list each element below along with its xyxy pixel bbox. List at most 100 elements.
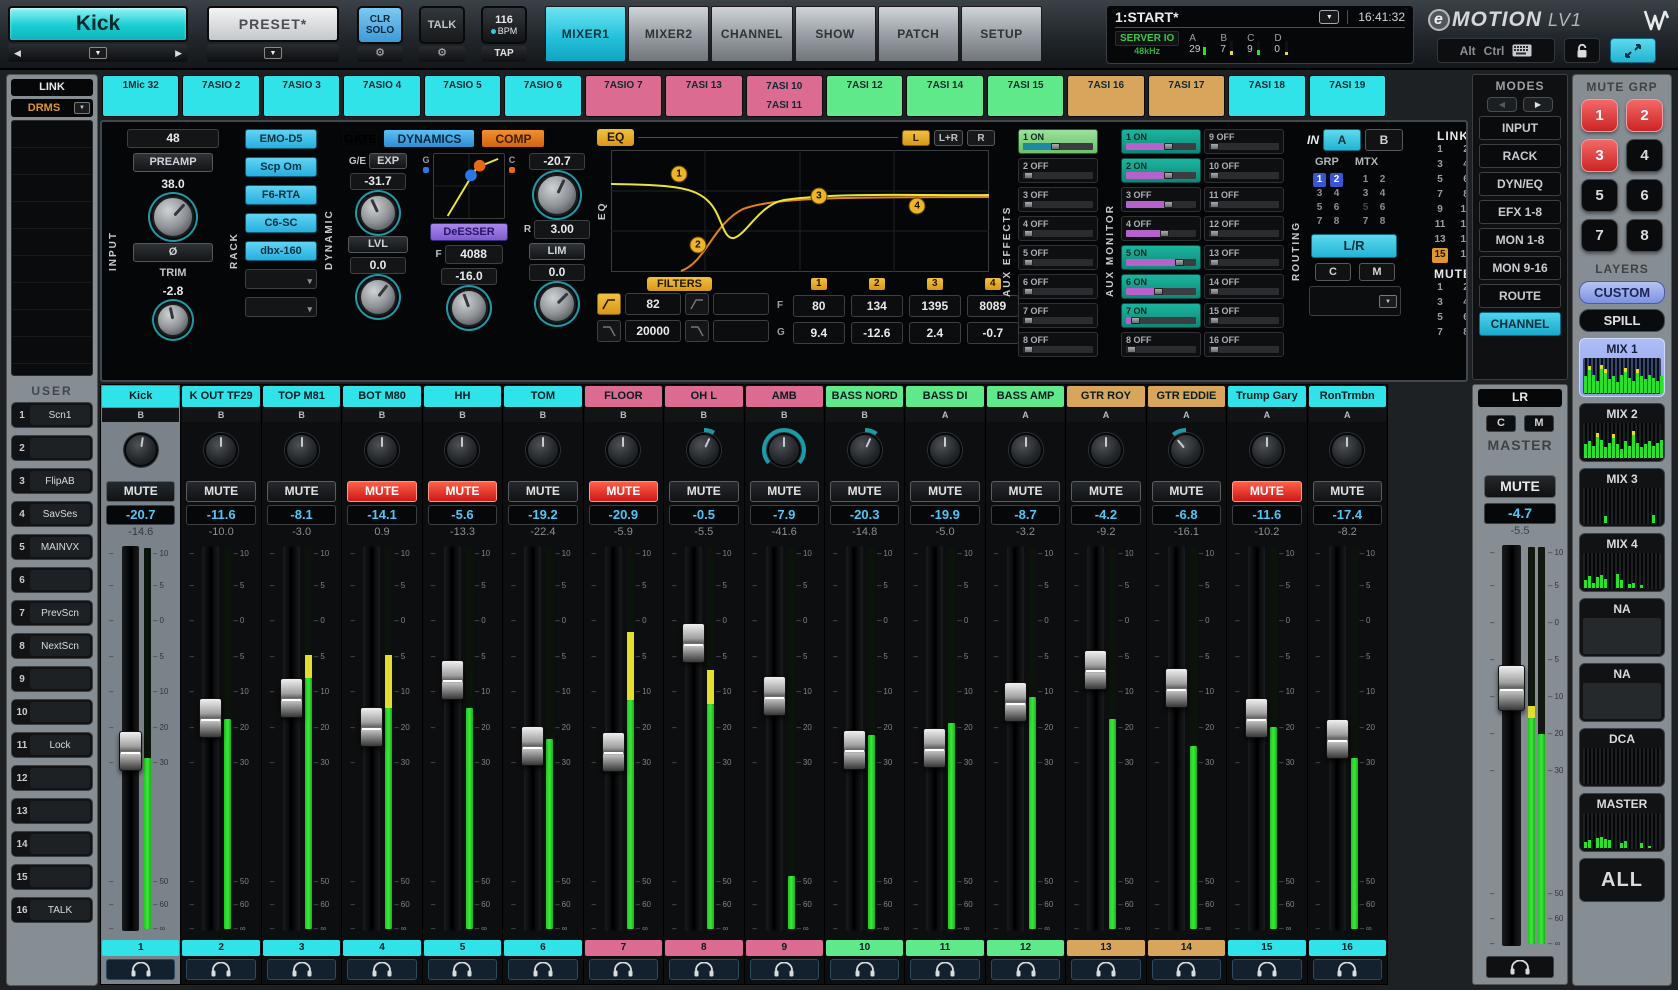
grp-4[interactable]: 4 (1330, 187, 1343, 201)
rack-slot-7[interactable]: ▾ (245, 297, 317, 317)
ratio-display[interactable]: 3.00 (534, 220, 590, 239)
aux-send-mon-10[interactable]: 10 OFF (1204, 158, 1284, 183)
fader-cap[interactable] (602, 732, 625, 772)
headphone-button[interactable] (106, 959, 175, 980)
link-10[interactable]: 10 (1458, 203, 1468, 218)
fader-track[interactable] (1087, 546, 1104, 931)
routing-center-button[interactable]: C (1315, 263, 1351, 281)
aux-send-slider[interactable] (1126, 143, 1196, 150)
aux-send-slider[interactable] (1023, 259, 1093, 266)
hpf-icon[interactable] (597, 293, 621, 315)
window-resize-button[interactable] (1610, 38, 1656, 63)
headphone-button[interactable] (347, 959, 416, 980)
aux-send-slider[interactable] (1023, 143, 1093, 150)
grp-1[interactable]: 1 (1313, 173, 1326, 187)
patch-cell[interactable]: 7ASIO 7 (585, 75, 662, 117)
mtx-3[interactable]: 3 (1359, 187, 1372, 201)
mute-button[interactable]: MUTE (186, 481, 255, 502)
user-key-1[interactable]: 1Scn1 (11, 402, 93, 428)
master-fader-track[interactable] (1502, 545, 1521, 946)
phase-button[interactable]: Ø (133, 243, 213, 262)
mute-button[interactable]: MUTE (669, 481, 738, 502)
hpf2-freq-display[interactable] (713, 293, 769, 315)
comp-threshold-knob[interactable] (536, 174, 578, 216)
aux-send-fx-3[interactable]: 3 OFF (1018, 187, 1098, 212)
tab-channel[interactable]: CHANNEL (711, 6, 792, 62)
mute-link-8[interactable]: 8 (1458, 326, 1468, 341)
aux-slider-handle[interactable] (1210, 259, 1219, 266)
mute-link-7[interactable]: 7 (1432, 326, 1448, 341)
fader-track[interactable] (766, 546, 783, 931)
user-key-5[interactable]: 5MAINVX (11, 534, 93, 560)
link-3[interactable]: 3 (1432, 158, 1448, 173)
layer-custom-button[interactable]: CUSTOM (1579, 281, 1665, 304)
aux-send-mon-1[interactable]: 1 ON (1121, 129, 1201, 154)
aux-send-fx-7[interactable]: 7 OFF (1018, 303, 1098, 328)
headphone-button[interactable] (910, 959, 979, 980)
aux-send-fx-1[interactable]: 1 ON (1018, 129, 1098, 154)
rack-slot-dropdown-icon[interactable]: ▾ (307, 300, 312, 319)
fader-cap[interactable] (119, 731, 142, 771)
mtx-6[interactable]: 6 (1376, 201, 1389, 215)
pan-knob[interactable] (1246, 429, 1288, 471)
aux-send-mon-2[interactable]: 2 ON (1121, 158, 1201, 183)
link-group-selector[interactable]: DRMS ▼ (11, 99, 93, 117)
fader-cap[interactable] (1245, 698, 1268, 738)
channel-name[interactable]: RonTrmbn (1309, 386, 1386, 407)
mute-button[interactable]: MUTE (106, 481, 175, 502)
aux-send-slider[interactable] (1023, 201, 1093, 208)
preamp-button[interactable]: PREAMP (133, 153, 213, 172)
aux-slider-handle[interactable] (1024, 288, 1033, 295)
aux-slider-handle[interactable] (1210, 288, 1219, 295)
rack-slot-1[interactable]: EMO-D5 (245, 129, 317, 149)
limiter-button[interactable]: LIM (529, 243, 585, 260)
aux-send-slider[interactable] (1126, 259, 1196, 266)
tab-setup[interactable]: SETUP (961, 6, 1042, 62)
layer-master-7[interactable]: MASTER (1579, 793, 1665, 852)
aux-send-mon-15[interactable]: 15 OFF (1204, 303, 1284, 328)
pan-knob[interactable] (1326, 429, 1368, 471)
mute-button[interactable]: MUTE (347, 481, 416, 502)
fader-cap[interactable] (763, 676, 786, 716)
fader-track[interactable] (1007, 546, 1024, 931)
rack-slot-3[interactable]: F6-RTA (245, 185, 317, 205)
eq-left-button[interactable]: L (902, 130, 930, 146)
gate-lvl-knob[interactable] (359, 278, 397, 316)
gate-header-button[interactable]: GATE (343, 129, 377, 148)
link-11[interactable]: 11 (1432, 218, 1448, 233)
headphone-button[interactable] (428, 959, 497, 980)
fader-cap[interactable] (682, 623, 705, 663)
link-7[interactable]: 7 (1432, 188, 1448, 203)
mute-group-7[interactable]: 7 (1581, 219, 1618, 252)
aux-send-slider[interactable] (1209, 230, 1279, 237)
patch-cell[interactable]: 7ASI 14 (906, 75, 983, 117)
mute-button[interactable]: MUTE (1152, 481, 1221, 502)
session-dropdown-icon[interactable]: ▼ (1319, 10, 1339, 24)
fader-cap[interactable] (280, 678, 303, 718)
pan-knob[interactable] (281, 429, 323, 471)
gate-lvl-button[interactable]: LVL (348, 236, 408, 253)
layer-mix-1-0[interactable]: MIX 1 (1579, 338, 1665, 397)
mtx-5[interactable]: 5 (1359, 201, 1372, 215)
grp-7[interactable]: 7 (1313, 215, 1326, 229)
layer-mix-3-2[interactable]: MIX 3 (1579, 468, 1665, 527)
link-member-list[interactable] (11, 120, 93, 376)
user-key-11[interactable]: 11Lock (11, 732, 93, 758)
aux-send-slider[interactable] (1209, 288, 1279, 295)
pan-knob[interactable] (200, 429, 242, 471)
talk-settings-gear-icon[interactable]: ⚙ (419, 46, 465, 62)
fader-cap[interactable] (1004, 682, 1027, 722)
headphone-button[interactable] (830, 959, 899, 980)
patch-cell[interactable]: 7ASI 15 (987, 75, 1064, 117)
grp-2[interactable]: 2 (1330, 173, 1343, 187)
pan-knob[interactable] (1165, 429, 1207, 471)
aux-slider-handle[interactable] (1210, 346, 1219, 353)
mute-group-4[interactable]: 4 (1626, 139, 1663, 172)
aux-send-slider[interactable] (1126, 201, 1196, 208)
fader-cap[interactable] (1326, 719, 1349, 759)
lock-button[interactable] (1564, 38, 1600, 63)
aux-slider-handle[interactable] (1024, 346, 1033, 353)
patch-cell[interactable]: 7ASI 19 (1309, 75, 1386, 117)
mute-group-3[interactable]: 3 (1581, 139, 1618, 172)
aux-slider-handle[interactable] (1160, 230, 1169, 237)
